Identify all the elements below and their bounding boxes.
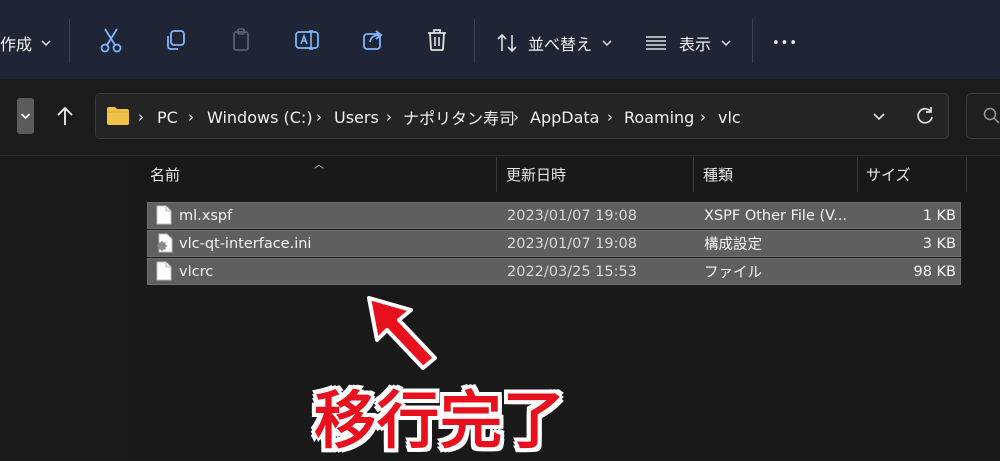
- arrow-up-icon: [57, 106, 73, 125]
- copy-icon: [167, 29, 185, 50]
- file-name: vlcrc: [179, 263, 214, 280]
- rename-icon: [295, 29, 319, 50]
- chevron-down-icon[interactable]: [872, 107, 886, 125]
- sort-button[interactable]: 並べ替え: [496, 0, 613, 86]
- breadcrumb-separator: ›: [607, 108, 613, 126]
- column-header-size[interactable]: サイズ: [866, 157, 911, 192]
- cut-button[interactable]: [96, 0, 126, 79]
- file-name: vlc-qt-interface.ini: [179, 235, 312, 252]
- file-type: ファイル: [704, 265, 762, 281]
- navigation-bar: › PC › Windows (C:) › Users › ナポリタン寿司 › …: [0, 79, 1000, 156]
- annotation-arrow-icon: [367, 296, 437, 370]
- column-divider[interactable]: [857, 157, 858, 192]
- copy-button[interactable]: [160, 0, 190, 79]
- up-button[interactable]: [52, 103, 78, 129]
- column-header-modified-label: 更新日時: [506, 166, 567, 184]
- search-icon: [983, 107, 1000, 124]
- command-bar: 作成 並べ替え 表示 •••: [0, 0, 1000, 79]
- file-row[interactable]: vlc-qt-interface.ini 2023/01/07 19:08 構成…: [147, 230, 961, 257]
- file-type: XSPF Other File (V...: [704, 207, 848, 224]
- column-header-name[interactable]: 名前: [150, 157, 180, 192]
- toolbar-divider: [752, 19, 753, 63]
- file-size: 98 KB: [913, 263, 956, 280]
- breadcrumb-separator: ›: [138, 108, 144, 126]
- sort-icon: [497, 33, 517, 53]
- more-icon: •••: [772, 35, 799, 51]
- address-bar[interactable]: › PC › Windows (C:) › Users › ナポリタン寿司 › …: [95, 93, 949, 139]
- column-header-modified[interactable]: 更新日時: [506, 157, 566, 192]
- config-file-icon: [157, 233, 173, 253]
- toolbar-divider: [69, 19, 70, 63]
- search-box[interactable]: [966, 93, 1000, 139]
- rename-button[interactable]: [292, 0, 322, 79]
- delete-button[interactable]: [422, 0, 452, 79]
- column-divider[interactable]: [966, 157, 967, 192]
- file-modified: 2023/01/07 19:08: [507, 235, 637, 252]
- chevron-down-icon: [721, 40, 731, 47]
- breadcrumb-pc[interactable]: PC: [157, 94, 178, 140]
- file-name: ml.xspf: [179, 207, 233, 224]
- new-button[interactable]: 作成: [0, 0, 52, 86]
- annotation-caption: 移行完了: [314, 384, 567, 457]
- file-size: 1 KB: [922, 207, 956, 224]
- breadcrumb-separator: ›: [188, 108, 194, 126]
- refresh-icon[interactable]: [914, 105, 936, 127]
- document-icon: [156, 205, 172, 225]
- sort-button-label: 並べ替え: [528, 35, 593, 54]
- column-divider[interactable]: [693, 157, 694, 192]
- new-button-label: 作成: [0, 35, 33, 54]
- toolbar-divider: [474, 19, 475, 63]
- paste-icon: [233, 27, 249, 51]
- breadcrumb-vlc[interactable]: vlc: [718, 94, 741, 140]
- chevron-down-icon: [602, 40, 612, 47]
- breadcrumb-separator: ›: [513, 108, 519, 126]
- column-header-row: ︿ 名前 更新日時 種類 サイズ: [128, 157, 1000, 192]
- more-options-button[interactable]: •••: [772, 0, 798, 86]
- file-row[interactable]: vlcrc 2022/03/25 15:53 ファイル 98 KB: [147, 258, 961, 285]
- sort-ascending-icon: ︿: [314, 160, 324, 171]
- breadcrumb-separator: ›: [700, 108, 706, 126]
- column-header-type[interactable]: 種類: [703, 157, 733, 192]
- file-modified: 2023/01/07 19:08: [507, 207, 637, 224]
- folder-icon: [107, 107, 129, 125]
- share-icon: [363, 29, 383, 50]
- column-header-type-label: 種類: [703, 166, 734, 184]
- breadcrumb-appdata[interactable]: AppData: [530, 94, 599, 140]
- column-header-size-label: サイズ: [866, 166, 911, 184]
- file-modified: 2022/03/25 15:53: [507, 263, 637, 280]
- delete-icon: [428, 28, 446, 51]
- breadcrumb-separator: ›: [386, 108, 392, 126]
- navigation-pane: [0, 157, 128, 461]
- breadcrumb-windows-c[interactable]: Windows (C:): [207, 94, 313, 140]
- chevron-down-icon: [20, 113, 31, 120]
- chevron-down-icon: [41, 40, 51, 47]
- paste-button[interactable]: [226, 0, 256, 79]
- column-divider[interactable]: [496, 157, 497, 192]
- file-type: 構成設定: [704, 237, 762, 253]
- breadcrumb-roaming[interactable]: Roaming: [624, 94, 694, 140]
- file-size: 3 KB: [922, 235, 956, 252]
- view-icon: [646, 36, 666, 50]
- breadcrumb-separator: ›: [316, 108, 322, 126]
- breadcrumb-users[interactable]: Users: [334, 94, 379, 140]
- file-row[interactable]: ml.xspf 2023/01/07 19:08 XSPF Other File…: [147, 202, 961, 229]
- column-header-name-label: 名前: [150, 166, 181, 184]
- view-button-label: 表示: [679, 35, 712, 54]
- view-button[interactable]: 表示: [645, 0, 732, 86]
- document-icon: [156, 261, 172, 281]
- share-button[interactable]: [358, 0, 388, 79]
- recent-locations-button[interactable]: [17, 98, 34, 134]
- cut-icon: [100, 28, 122, 52]
- breadcrumb-user-folder[interactable]: ナポリタン寿司: [403, 94, 515, 140]
